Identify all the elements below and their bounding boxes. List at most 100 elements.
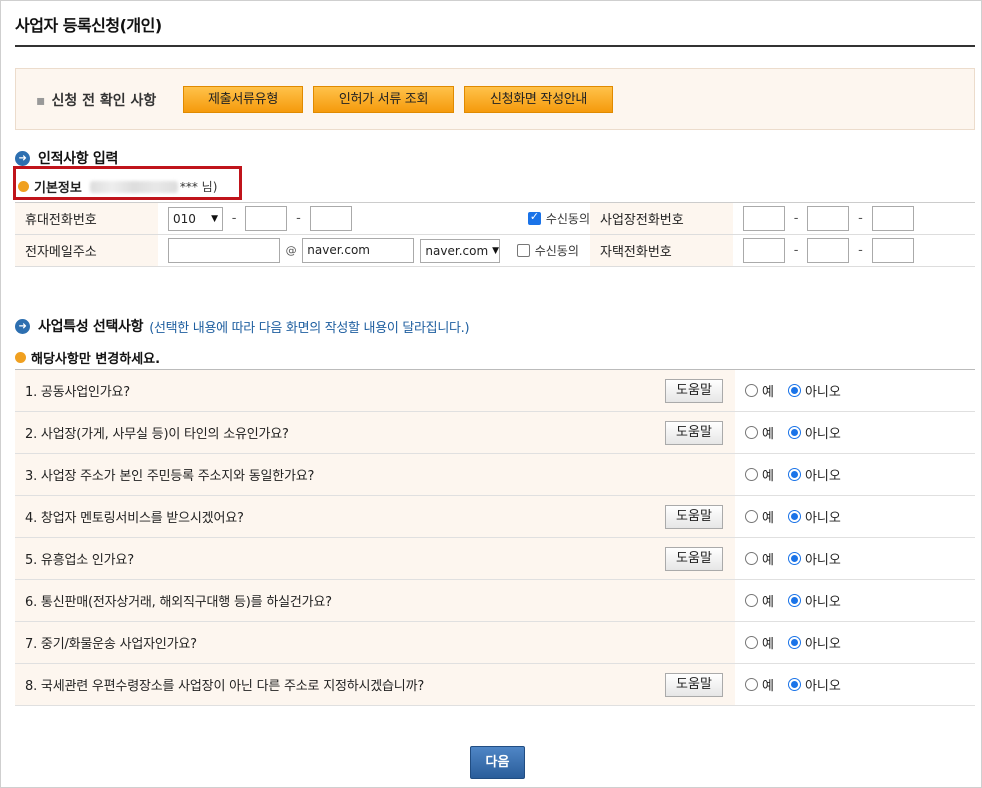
email-consent-label: 수신동의 bbox=[534, 244, 579, 258]
basic-info-label: 기본정보 *** 님) bbox=[18, 177, 217, 196]
question-row: 8. 국세관련 우편수령장소를 사업장이 아닌 다른 주소로 지정하시겠습니까?… bbox=[15, 663, 975, 706]
home-phone-3-input[interactable] bbox=[871, 238, 914, 263]
answer-cell: 예 아니오 bbox=[735, 621, 975, 664]
question-text: 2. 사업장(가게, 사무실 등)이 타인의 소유인가요? bbox=[15, 411, 655, 454]
email-row: 전자메일주소 @ naver.com naver.com ▼ 수신동의 자택전화번… bbox=[15, 234, 975, 267]
yes-radio[interactable] bbox=[745, 384, 758, 397]
email-domain-select[interactable]: naver.com ▼ bbox=[420, 238, 501, 263]
business-phone-1-input[interactable] bbox=[743, 206, 785, 231]
dash: - bbox=[231, 211, 237, 226]
help-button[interactable]: 도움말 bbox=[665, 378, 723, 403]
no-radio[interactable] bbox=[787, 426, 801, 439]
form-guide-button[interactable]: 신청화면 작성안내 bbox=[464, 86, 613, 113]
business-phone-label: 사업장전화번호 bbox=[590, 202, 733, 235]
business-phone-2-input[interactable] bbox=[807, 206, 850, 231]
help-cell bbox=[655, 579, 735, 622]
yes-radio[interactable] bbox=[745, 678, 758, 691]
home-phone-fields: - - bbox=[733, 234, 975, 267]
business-phone-3-input[interactable] bbox=[871, 206, 914, 231]
home-phone-1-input[interactable] bbox=[743, 238, 785, 263]
dash: - bbox=[858, 243, 863, 258]
answer-cell: 예 아니오 bbox=[735, 453, 975, 496]
yes-radio[interactable] bbox=[745, 636, 758, 649]
change-note-text: 해당사항만 변경하세요. bbox=[31, 352, 161, 367]
answer-cell: 예 아니오 bbox=[735, 579, 975, 622]
yes-radio[interactable] bbox=[745, 510, 758, 523]
mobile-row: 휴대전화번호 010 ▼ - - 수신동의 사업장전화번호 - - bbox=[15, 202, 975, 235]
no-label: 아니오 bbox=[804, 595, 841, 610]
no-radio[interactable] bbox=[787, 636, 801, 649]
questions-table: 1. 공동사업인가요? 도움말 예 아니오 2. 사업장(가게, 사무실 등)이 타인의… bbox=[15, 369, 975, 706]
business-section-subtitle: (선택한 내용에 따라 다음 화면의 작성할 내용이 달라집니다.) bbox=[149, 320, 470, 336]
yes-label: 예 bbox=[762, 385, 774, 400]
no-radio[interactable] bbox=[787, 510, 801, 523]
personal-section-heading: ➜ 인적사항 입력 bbox=[15, 148, 118, 168]
notice-box: ▪ 신청 전 확인 사항 제출서류유형 인허가 서류 조회 신청화면 작성안내 bbox=[15, 68, 975, 130]
answer-cell: 예 아니오 bbox=[735, 369, 975, 412]
dash: - bbox=[296, 211, 301, 226]
help-cell bbox=[655, 453, 735, 496]
no-radio[interactable] bbox=[787, 384, 801, 397]
name-suffix: *** 님) bbox=[179, 180, 218, 194]
answer-cell: 예 아니오 bbox=[735, 495, 975, 538]
permit-docs-button[interactable]: 인허가 서류 조회 bbox=[313, 86, 454, 113]
email-domain-input[interactable]: naver.com bbox=[302, 238, 415, 263]
help-cell bbox=[655, 621, 735, 664]
mobile-prefix-value: 010 bbox=[173, 211, 196, 226]
home-phone-2-input[interactable] bbox=[807, 238, 850, 263]
help-cell: 도움말 bbox=[655, 411, 735, 454]
dash: - bbox=[858, 211, 863, 226]
question-text: 1. 공동사업인가요? bbox=[15, 369, 655, 412]
basic-info-highlight: 기본정보 *** 님) bbox=[13, 166, 242, 200]
email-consent-checkbox[interactable] bbox=[516, 244, 530, 257]
next-button[interactable]: 다음 bbox=[470, 746, 525, 779]
personal-section-title: 인적사항 입력 bbox=[38, 151, 119, 167]
help-button[interactable]: 도움말 bbox=[665, 504, 723, 529]
mobile-prefix-select[interactable]: 010 ▼ bbox=[168, 206, 223, 231]
arrow-circle-icon: ➜ bbox=[15, 150, 30, 166]
help-button[interactable]: 도움말 bbox=[665, 420, 723, 445]
yes-label: 예 bbox=[762, 595, 774, 610]
yes-radio[interactable] bbox=[745, 594, 758, 607]
no-radio[interactable] bbox=[787, 468, 801, 481]
question-text: 6. 통신판매(전자상거래, 해외직구대행 등)를 하실건가요? bbox=[15, 579, 655, 622]
question-row: 4. 창업자 멘토링서비스를 받으시겠어요? 도움말 예 아니오 bbox=[15, 495, 975, 538]
bullet-icon: ▪ bbox=[36, 93, 46, 109]
email-id-input[interactable] bbox=[168, 238, 280, 263]
help-button[interactable]: 도움말 bbox=[665, 546, 723, 571]
sms-consent-label: 수신동의 bbox=[545, 212, 591, 226]
no-radio[interactable] bbox=[787, 594, 801, 607]
no-label: 아니오 bbox=[804, 385, 841, 400]
contact-table: 휴대전화번호 010 ▼ - - 수신동의 사업장전화번호 - - 전자메일주소 … bbox=[15, 202, 975, 267]
blurred-name bbox=[89, 180, 178, 193]
title-divider bbox=[15, 45, 975, 47]
no-radio[interactable] bbox=[787, 678, 801, 691]
question-text: 4. 창업자 멘토링서비스를 받으시겠어요? bbox=[15, 495, 655, 538]
question-text: 5. 유흥업소 인가요? bbox=[15, 537, 655, 580]
question-row: 5. 유흥업소 인가요? 도움말 예 아니오 bbox=[15, 537, 975, 580]
no-radio[interactable] bbox=[787, 552, 801, 565]
mobile-middle-input[interactable] bbox=[245, 206, 288, 231]
question-text: 3. 사업장 주소가 본인 주민등록 주소지와 동일한가요? bbox=[15, 453, 655, 496]
business-phone-fields: - - bbox=[733, 202, 975, 235]
page-title: 사업자 등록신청(개인) bbox=[15, 16, 162, 35]
answer-cell: 예 아니오 bbox=[735, 663, 975, 706]
sms-consent-checkbox[interactable] bbox=[527, 210, 541, 225]
at-sign: @ bbox=[285, 244, 297, 257]
yes-label: 예 bbox=[762, 469, 774, 484]
question-row: 6. 통신판매(전자상거래, 해외직구대행 등)를 하실건가요? 예 아니오 bbox=[15, 579, 975, 622]
submission-docs-button[interactable]: 제출서류유형 bbox=[183, 86, 303, 113]
no-label: 아니오 bbox=[804, 637, 841, 652]
yes-radio[interactable] bbox=[745, 468, 758, 481]
answer-cell: 예 아니오 bbox=[735, 411, 975, 454]
yes-radio[interactable] bbox=[745, 426, 758, 439]
dash: - bbox=[793, 243, 799, 258]
email-label: 전자메일주소 bbox=[15, 234, 158, 267]
mobile-last-input[interactable] bbox=[309, 206, 352, 231]
yes-radio[interactable] bbox=[745, 552, 758, 565]
help-button[interactable]: 도움말 bbox=[665, 672, 723, 697]
no-label: 아니오 bbox=[804, 469, 841, 484]
question-row: 3. 사업장 주소가 본인 주민등록 주소지와 동일한가요? 예 아니오 bbox=[15, 453, 975, 496]
question-text: 8. 국세관련 우편수령장소를 사업장이 아닌 다른 주소로 지정하시겠습니까? bbox=[15, 663, 655, 706]
orange-bullet-icon bbox=[15, 352, 26, 363]
